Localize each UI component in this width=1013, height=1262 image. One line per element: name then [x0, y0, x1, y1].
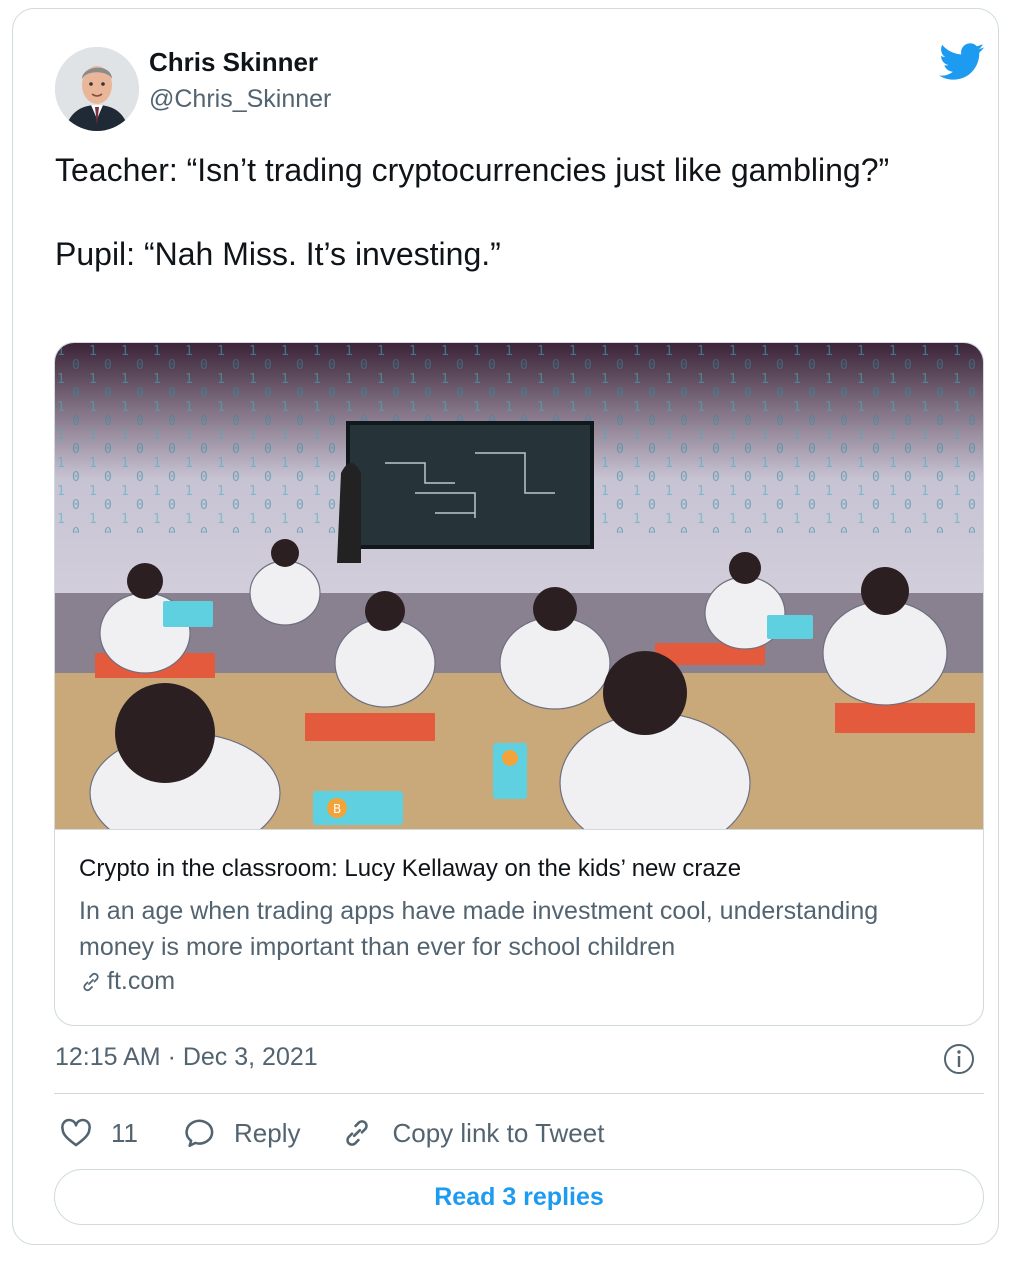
svg-text:B: B: [333, 802, 341, 816]
link-card-description: In an age when trading apps have made in…: [79, 897, 879, 961]
reply-label: Reply: [234, 1117, 301, 1148]
author-name[interactable]: Chris Skinner: [149, 47, 318, 78]
heart-icon: [61, 1118, 91, 1147]
info-icon[interactable]: [943, 1043, 975, 1075]
action-bar: 11 Reply Copy link to Tweet: [59, 1115, 604, 1151]
link-card[interactable]: 1 0: [54, 342, 984, 1026]
link-card-image: 1 0: [55, 343, 983, 830]
copy-link-button[interactable]: Copy link to Tweet: [340, 1116, 604, 1150]
reply-icon: [185, 1119, 214, 1148]
divider: [54, 1093, 984, 1094]
link-icon: [83, 972, 99, 991]
tweet-card: Chris Skinner @Chris_Skinner Teacher: “I…: [12, 8, 999, 1245]
author-handle[interactable]: @Chris_Skinner: [149, 85, 331, 114]
like-count: 11: [111, 1117, 138, 1148]
twitter-bird-icon[interactable]: [939, 43, 985, 81]
reply-button[interactable]: Reply: [184, 1116, 300, 1150]
read-replies-button[interactable]: Read 3 replies: [54, 1169, 984, 1225]
avatar[interactable]: [55, 47, 139, 131]
tweet-text: Teacher: “Isn’t trading cryptocurrencies…: [55, 152, 890, 272]
link-card-domain-row: ft.com: [79, 967, 175, 996]
copy-link-icon: [346, 1120, 369, 1146]
timestamp[interactable]: 12:15 AM · Dec 3, 2021: [55, 1043, 318, 1072]
copy-link-label: Copy link to Tweet: [392, 1117, 605, 1148]
link-card-title[interactable]: Crypto in the classroom: Lucy Kellaway o…: [79, 855, 741, 883]
like-button[interactable]: 11: [59, 1116, 138, 1150]
link-card-domain: ft.com: [107, 967, 176, 995]
